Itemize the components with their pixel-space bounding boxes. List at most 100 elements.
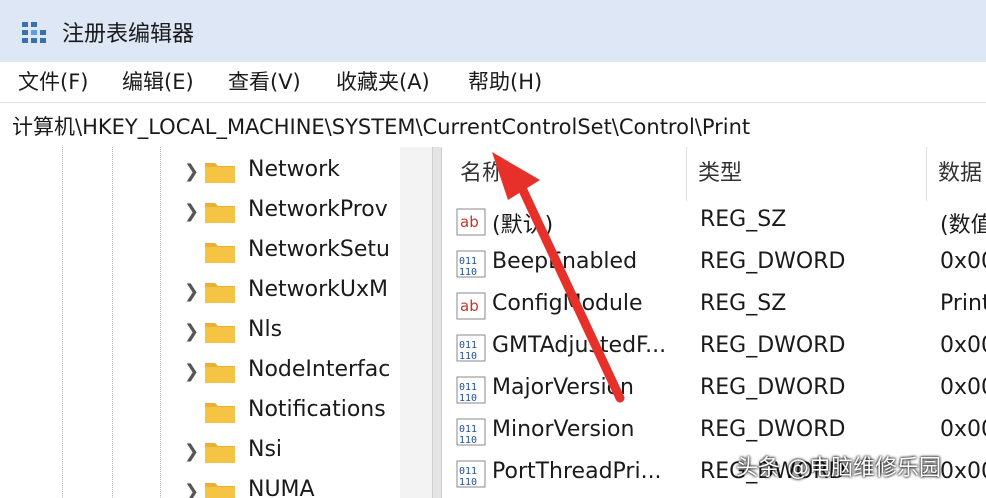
value-name: ConfigModule [492, 291, 643, 316]
tree-guide-line [160, 147, 161, 498]
column-header-type[interactable]: 类型 [698, 147, 742, 201]
pane-splitter[interactable] [432, 147, 442, 498]
tree-node[interactable]: ❯ NodeInterfac [182, 351, 432, 391]
value-row[interactable]: 011110BeepEnabledREG_DWORD0x00 [442, 243, 986, 285]
chevron-right-icon[interactable]: ❯ [184, 281, 199, 302]
menu-view[interactable]: 查看(V) [224, 68, 305, 96]
value-row[interactable]: 011110GMTAdjustedF... REG_DWORD 0x00 [442, 327, 986, 369]
title-bar: 注册表编辑器 [0, 0, 986, 62]
svg-text:011: 011 [459, 466, 477, 477]
column-divider[interactable] [926, 147, 927, 201]
value-name: PortThreadPri... [492, 459, 662, 484]
folder-icon [205, 323, 235, 343]
value-type: REG_SZ [700, 207, 787, 232]
value-data: 0x00 [940, 333, 986, 358]
svg-text:110: 110 [459, 267, 477, 278]
value-list-pane: 名称 类型 数据 ab (默认) REG_SZ (数值 011 110 BeepEnable… [442, 147, 986, 498]
svg-text:011: 011 [459, 382, 477, 393]
tree-node-label: NetworkSetu [248, 237, 390, 262]
folder-icon [205, 363, 235, 383]
regedit-app-icon [22, 22, 46, 43]
folder-icon [205, 443, 235, 463]
chevron-right-icon[interactable]: ❯ [184, 201, 199, 222]
folder-icon [205, 483, 235, 498]
value-data: (数值 [940, 213, 986, 238]
binary-value-icon: 011110 [456, 376, 486, 404]
column-header-data[interactable]: 数据 [938, 147, 982, 201]
folder-icon [205, 403, 235, 423]
tree-node-label: NetworkProv [248, 197, 388, 222]
value-data: 0x00 [940, 375, 986, 400]
value-name: MajorVersion [492, 375, 634, 400]
tree-node[interactable]: ❯ Nls [182, 311, 432, 351]
svg-text:011: 011 [459, 424, 477, 435]
value-data: 0x00 [940, 459, 986, 484]
chevron-right-icon[interactable]: ❯ [184, 361, 199, 382]
menu-favorites[interactable]: 收藏夹(A) [332, 68, 434, 96]
value-name: BeepEnabled [492, 249, 638, 274]
value-row[interactable]: 011110MajorVersionREG_DWORD0x00 [442, 369, 986, 411]
value-type: REG_SZ [700, 291, 787, 316]
chevron-right-icon[interactable]: ❯ [184, 441, 199, 462]
value-name: GMTAdjustedF... [492, 333, 667, 358]
svg-text:ab: ab [460, 213, 479, 231]
folder-icon [205, 203, 235, 223]
binary-value-icon: 011110 [456, 460, 486, 488]
folder-icon [205, 163, 235, 183]
folder-icon [205, 283, 235, 303]
tree-node[interactable]: NetworkSetu [182, 231, 432, 271]
value-type: REG_DWORD [700, 375, 846, 400]
svg-text:110: 110 [459, 351, 477, 362]
tree-node[interactable]: ❯ NetworkUxM [182, 271, 432, 311]
tree-scrollbar[interactable] [400, 147, 432, 498]
binary-value-icon: 011110 [456, 418, 486, 446]
svg-text:110: 110 [459, 477, 477, 488]
watermark: 头条 @电脑维修乐园 [736, 450, 941, 482]
tree-node[interactable]: ❯ NetworkProv [182, 191, 432, 231]
tree-node[interactable]: ❯ Nsi [182, 431, 432, 471]
tree-node[interactable]: Notifications [182, 391, 432, 431]
chevron-right-icon[interactable]: ❯ [184, 321, 199, 342]
menu-edit[interactable]: 编辑(E) [118, 68, 198, 96]
svg-text:ab: ab [460, 297, 479, 315]
binary-value-icon: 011110 [456, 250, 486, 278]
svg-text:110: 110 [459, 435, 477, 446]
value-name: MinorVersion [492, 417, 635, 442]
folder-icon [205, 243, 235, 263]
tree-node-label: Nsi [248, 437, 283, 462]
string-value-icon: ab [456, 292, 486, 320]
svg-text:110: 110 [459, 393, 477, 404]
value-data: 0x00 [940, 249, 986, 274]
tree-node-label: NUMA [248, 477, 315, 498]
menu-file[interactable]: 文件(F) [14, 68, 92, 96]
chevron-right-icon[interactable]: ❯ [184, 161, 199, 182]
window-title: 注册表编辑器 [62, 22, 195, 47]
tree-node[interactable]: ❯ Network [182, 151, 432, 191]
tree-node-label: Network [248, 157, 340, 182]
tree-node-label: Nls [248, 317, 283, 342]
binary-value-icon: 011110 [456, 334, 486, 362]
value-row[interactable]: ab ConfigModule REG_SZ Print [442, 285, 986, 327]
chevron-right-icon[interactable]: ❯ [184, 481, 199, 498]
value-row[interactable]: 011110MinorVersionREG_DWORD0x00 [442, 411, 986, 453]
tree-guide-line [62, 147, 63, 498]
svg-text:011: 011 [459, 256, 477, 267]
column-header-name[interactable]: 名称 [460, 147, 504, 201]
column-divider[interactable] [686, 147, 687, 201]
tree-node[interactable]: ❯ NUMA [182, 471, 432, 498]
tree-node-label: NodeInterfac [248, 357, 391, 382]
tree-node-label: NetworkUxM [248, 277, 388, 302]
tree-node-label: Notifications [248, 397, 386, 422]
value-name: (默认) [492, 213, 554, 238]
key-tree-pane: ❯ Network ❯ NetworkProv NetworkSetu ❯ NetworkU… [0, 147, 432, 498]
string-value-icon: ab [456, 208, 486, 236]
value-row[interactable]: ab (默认) REG_SZ (数值 [442, 201, 986, 243]
value-type: REG_DWORD [700, 333, 846, 358]
menu-help[interactable]: 帮助(H) [464, 68, 546, 96]
value-data: Print [940, 291, 986, 316]
value-type: REG_DWORD [700, 417, 846, 442]
address-bar[interactable]: 计算机\HKEY_LOCAL_MACHINE\SYSTEM\CurrentCon… [0, 102, 986, 148]
watermark-text: 头条 @电脑维修乐园 [736, 456, 941, 481]
address-path[interactable]: 计算机\HKEY_LOCAL_MACHINE\SYSTEM\CurrentCon… [12, 111, 750, 141]
menu-bar: 文件(F) 编辑(E) 查看(V) 收藏夹(A) 帮助(H) [0, 62, 986, 102]
